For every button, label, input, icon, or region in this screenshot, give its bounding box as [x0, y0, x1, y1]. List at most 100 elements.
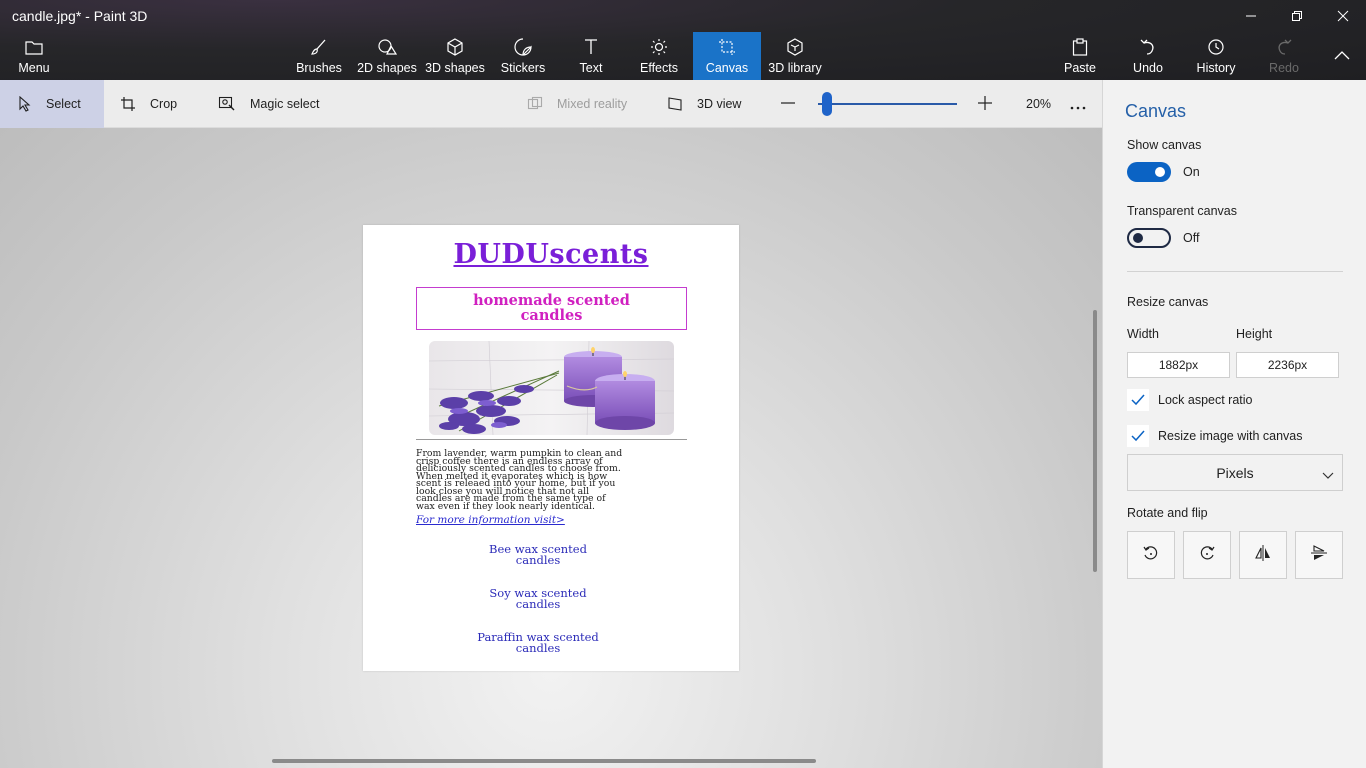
menu-label: Menu [18, 61, 50, 75]
magic-select-button[interactable]: Magic select [218, 80, 319, 128]
stickers-icon [514, 36, 532, 58]
collapse-toolbar-button[interactable] [1320, 32, 1364, 80]
show-canvas-toggle[interactable] [1127, 162, 1171, 182]
undo-button[interactable]: Undo [1120, 32, 1176, 80]
doc-item-line: candles [515, 597, 561, 611]
checkmark-icon [1127, 425, 1149, 447]
restore-icon [1292, 11, 1302, 21]
flip-horizontal-button[interactable] [1239, 531, 1287, 579]
3d-view-button[interactable]: 3D view [667, 80, 741, 128]
height-label: Height [1236, 327, 1273, 341]
doc-item-line: candles [515, 641, 561, 655]
resize-image-label: Resize image with canvas [1158, 429, 1303, 443]
minimize-button[interactable] [1228, 0, 1274, 32]
transparent-canvas-state: Off [1183, 231, 1200, 245]
zoom-slider-thumb[interactable] [822, 92, 832, 116]
chevron-down-icon [1322, 467, 1334, 483]
ellipsis-icon [1070, 94, 1086, 115]
tab-3d-shapes[interactable]: 3D shapes [422, 32, 488, 80]
tab-label: Text [579, 61, 603, 75]
tab-stickers[interactable]: Stickers [490, 32, 556, 80]
transparent-canvas-toggle[interactable] [1127, 228, 1171, 248]
doc-subtitle-line: homemade scented [473, 292, 630, 309]
tab-effects[interactable]: Effects [626, 32, 692, 80]
more-options-button[interactable] [1070, 80, 1086, 128]
doc-body: From lavender, warm pumpkin to clean and… [416, 449, 691, 512]
doc-body-line: wax even if they look nearly identical. [416, 500, 595, 512]
2d-shapes-icon [377, 36, 397, 58]
tab-2d-shapes[interactable]: 2D shapes [354, 32, 420, 80]
doc-item: Bee wax scented candles [438, 543, 638, 566]
tab-label: Effects [640, 61, 678, 75]
top-bar: candle.jpg* - Paint 3D Menu Brushes 2D s… [0, 0, 1366, 80]
show-canvas-label: Show canvas [1127, 138, 1202, 152]
tab-label: 3D library [768, 61, 822, 75]
history-label: History [1196, 61, 1236, 75]
redo-icon [1275, 36, 1293, 58]
doc-title: DUDUscents [453, 239, 649, 270]
magic-select-icon [218, 96, 236, 112]
units-value: Pixels [1216, 464, 1254, 481]
tab-label: 2D shapes [357, 61, 417, 75]
doc-divider [416, 439, 687, 440]
zoom-slider-track[interactable] [818, 103, 957, 105]
redo-button[interactable]: Redo [1256, 32, 1312, 80]
paste-label: Paste [1064, 61, 1096, 75]
window-title: candle.jpg* - Paint 3D [12, 8, 148, 24]
zoom-in-button[interactable] [977, 80, 993, 128]
undo-label: Undo [1133, 61, 1163, 75]
flip-vertical-icon [1310, 544, 1328, 567]
zoom-out-button[interactable] [780, 80, 796, 128]
tab-label: Stickers [500, 61, 546, 75]
rotate-right-icon [1198, 544, 1216, 567]
units-dropdown[interactable]: Pixels [1127, 454, 1343, 491]
resize-canvas-label: Resize canvas [1127, 295, 1209, 309]
tab-text[interactable]: Text [558, 32, 624, 80]
redo-label: Redo [1269, 61, 1299, 75]
lock-aspect-ratio-checkbox[interactable]: Lock aspect ratio [1127, 389, 1253, 411]
tab-canvas[interactable]: Canvas [693, 32, 761, 80]
chevron-up-icon [1334, 49, 1350, 63]
crop-button[interactable]: Crop [120, 80, 177, 128]
3d-library-icon [786, 36, 804, 58]
tab-label: 3D shapes [425, 61, 485, 75]
mixed-reality-button[interactable]: Mixed reality [527, 80, 627, 128]
restore-button[interactable] [1274, 0, 1320, 32]
tab-brushes[interactable]: Brushes [286, 32, 352, 80]
vertical-scrollbar[interactable] [1093, 310, 1097, 572]
tab-label: Canvas [705, 61, 749, 75]
rotate-right-button[interactable] [1183, 531, 1231, 579]
flip-vertical-button[interactable] [1295, 531, 1343, 579]
doc-item: Paraffin wax scented candles [438, 631, 638, 655]
crop-label: Crop [150, 97, 178, 111]
show-canvas-state: On [1183, 165, 1200, 179]
paste-icon [1072, 36, 1088, 58]
folder-icon [25, 36, 43, 58]
width-label: Width [1127, 327, 1159, 341]
effects-icon [650, 36, 668, 58]
paste-button[interactable]: Paste [1052, 32, 1108, 80]
width-input[interactable]: 1882px [1127, 352, 1230, 378]
rotate-left-button[interactable] [1127, 531, 1175, 579]
menu-button[interactable]: Menu [8, 32, 60, 80]
text-icon [583, 36, 599, 58]
horizontal-scrollbar[interactable] [272, 759, 816, 763]
history-button[interactable]: History [1186, 32, 1246, 80]
tab-label: Brushes [296, 61, 342, 75]
doc-subtitle: homemade scented candles [417, 293, 686, 323]
3d-shapes-icon [446, 36, 464, 58]
mixed-reality-label: Mixed reality [557, 97, 628, 111]
document-canvas[interactable]: DUDUscents homemade scented candles From… [363, 225, 739, 671]
resize-image-checkbox[interactable]: Resize image with canvas [1127, 425, 1303, 447]
doc-subtitle-box: homemade scented candles [416, 287, 687, 330]
zoom-level: 20% [1026, 97, 1052, 111]
select-tool-button[interactable]: Select [0, 80, 104, 128]
canvas-toolbar: Select Crop Magic select Mixed reality 3… [0, 80, 1102, 128]
cursor-icon [18, 96, 32, 112]
doc-item: Soy wax scented candles [438, 587, 638, 611]
tab-3d-library[interactable]: 3D library [763, 32, 827, 80]
close-button[interactable] [1320, 0, 1366, 32]
height-input[interactable]: 2236px [1236, 352, 1339, 378]
3d-view-icon [667, 96, 683, 112]
checkmark-icon [1127, 389, 1149, 411]
